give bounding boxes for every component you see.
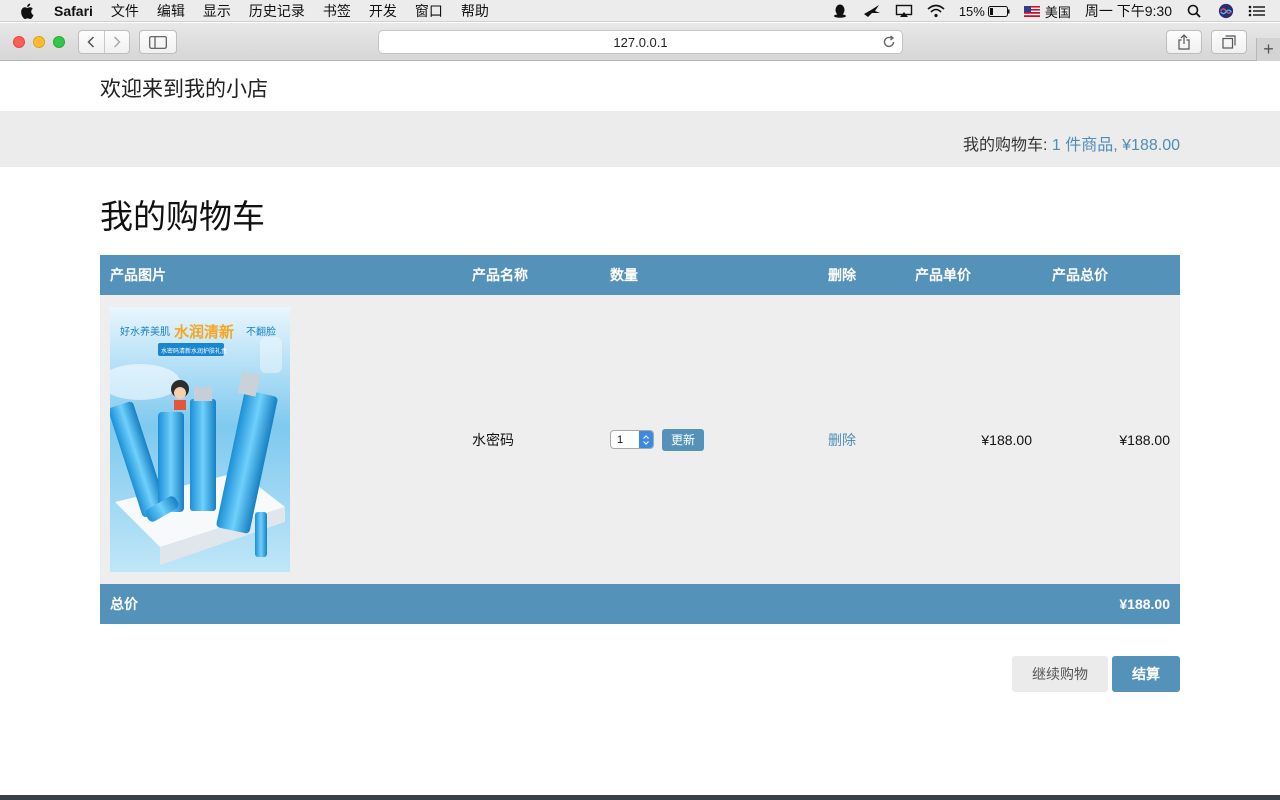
product-name: 水密码 <box>472 431 514 448</box>
table-footer-row: 总价 ¥188.00 <box>100 584 1180 624</box>
new-tab-button[interactable]: + <box>1256 38 1280 61</box>
sidebar-toggle-button[interactable] <box>139 30 177 54</box>
menu-help[interactable]: 帮助 <box>461 1 489 21</box>
input-source[interactable]: 美国 <box>1023 2 1071 21</box>
unit-price: ¥188.00 <box>981 431 1032 448</box>
product-image-cell: 好水养美肌 水润清新 不翻脸 水密码清新水润护肤礼盒 <box>100 295 462 584</box>
system-menu-bar: Safari 文件 编辑 显示 历史记录 书签 开发 窗口 帮助 15% 美国 … <box>0 0 1280 22</box>
site-title: 欢迎来到我的小店 <box>100 78 268 101</box>
product-image-caption: 好水养美肌 <box>120 325 170 338</box>
bird-icon[interactable] <box>863 4 881 18</box>
battery-percent: 15% <box>958 3 985 19</box>
header-image: 产品图片 <box>110 267 166 283</box>
menu-edit[interactable]: 编辑 <box>157 1 185 21</box>
window-minimize-button[interactable] <box>33 36 45 48</box>
menu-window[interactable]: 窗口 <box>415 1 443 21</box>
sidebar-icon <box>149 35 167 49</box>
product-image-highlight: 水润清新 <box>174 323 234 341</box>
page-title: 我的购物车 <box>100 198 265 235</box>
select-stepper-icon <box>639 431 653 448</box>
notification-center-icon[interactable] <box>1248 4 1266 18</box>
browser-toolbar: 127.0.0.1 <box>0 23 1280 61</box>
quantity-cell: 1 更新 <box>600 295 818 584</box>
siri-icon[interactable] <box>1218 3 1234 19</box>
window-zoom-button[interactable] <box>53 36 65 48</box>
web-page: 欢迎来到我的小店 我的购物车: 1 件商品, ¥188.00 我的购物车 产品图… <box>0 61 1280 795</box>
header-total-price: 产品总价 <box>1052 267 1108 283</box>
history-nav-group <box>78 30 130 54</box>
share-icon <box>1178 34 1190 50</box>
menu-app-safari[interactable]: Safari <box>54 3 93 19</box>
back-button[interactable] <box>79 31 104 53</box>
menu-history[interactable]: 历史记录 <box>249 1 305 21</box>
window-bottom-edge <box>0 795 1280 800</box>
battery-icon <box>987 5 1010 17</box>
header-unit-price: 产品单价 <box>915 267 971 283</box>
share-button[interactable] <box>1166 30 1202 54</box>
spotlight-icon[interactable] <box>1186 4 1204 18</box>
header-name: 产品名称 <box>472 267 528 283</box>
battery-status[interactable]: 15% <box>959 4 1010 19</box>
wifi-icon[interactable] <box>927 4 945 18</box>
product-image-subcaption: 水密码清新水润护肤礼盒 <box>161 347 227 355</box>
menu-bookmarks[interactable]: 书签 <box>323 1 351 21</box>
menu-develop[interactable]: 开发 <box>369 1 397 21</box>
product-image-caption-end: 不翻脸 <box>246 325 276 338</box>
cart-summary: 我的购物车: 1 件商品, ¥188.00 <box>963 131 1180 155</box>
checkout-button[interactable]: 结算 <box>1112 656 1180 692</box>
address-bar[interactable]: 127.0.0.1 <box>378 30 903 54</box>
airplay-icon[interactable] <box>895 4 913 18</box>
chevron-left-icon <box>87 36 95 48</box>
quantity-value: 1 <box>617 433 624 446</box>
header-quantity: 数量 <box>610 267 638 283</box>
apple-icon[interactable] <box>20 3 34 19</box>
tabs-overview-icon <box>1222 35 1236 49</box>
footer-total-label: 总价 <box>110 596 138 612</box>
quantity-select[interactable]: 1 <box>610 430 654 449</box>
window-close-button[interactable] <box>13 36 25 48</box>
line-total: ¥188.00 <box>1119 431 1170 448</box>
forward-button[interactable] <box>103 31 129 53</box>
menu-clock[interactable]: 周一 下午9:30 <box>1085 1 1172 21</box>
remove-item-link[interactable]: 删除 <box>828 432 856 448</box>
menu-view[interactable]: 显示 <box>203 1 231 21</box>
reload-icon[interactable] <box>882 35 896 49</box>
qq-icon[interactable] <box>831 4 849 18</box>
input-source-label: 美国 <box>1044 4 1071 20</box>
table-header-row: 产品图片 产品名称 数量 删除 产品单价 产品总价 <box>100 255 1180 295</box>
header-remove: 删除 <box>828 267 856 283</box>
show-tabs-button[interactable] <box>1211 30 1247 54</box>
address-url: 127.0.0.1 <box>613 34 668 50</box>
cart-summary-link[interactable]: 1 件商品, ¥188.00 <box>1052 137 1180 154</box>
footer-total-value: ¥188.00 <box>1119 596 1170 612</box>
update-quantity-button[interactable]: 更新 <box>662 428 705 451</box>
table-row: 好水养美肌 水润清新 不翻脸 水密码清新水润护肤礼盒 水密码 1 更新 删除 ¥… <box>100 295 1180 584</box>
remove-cell: 删除 <box>818 295 905 584</box>
chevron-right-icon <box>113 36 121 48</box>
product-image[interactable]: 好水养美肌 水润清新 不翻脸 水密码清新水润护肤礼盒 <box>110 307 290 572</box>
menu-file[interactable]: 文件 <box>111 1 139 21</box>
cart-summary-label: 我的购物车: <box>963 137 1052 154</box>
cart-summary-bar: 我的购物车: 1 件商品, ¥188.00 <box>0 111 1280 167</box>
cart-table: 产品图片 产品名称 数量 删除 产品单价 产品总价 好水养美肌 水润清新 不翻脸… <box>100 255 1180 624</box>
us-flag-icon <box>1023 5 1040 17</box>
continue-shopping-button[interactable]: 继续购物 <box>1012 656 1108 692</box>
